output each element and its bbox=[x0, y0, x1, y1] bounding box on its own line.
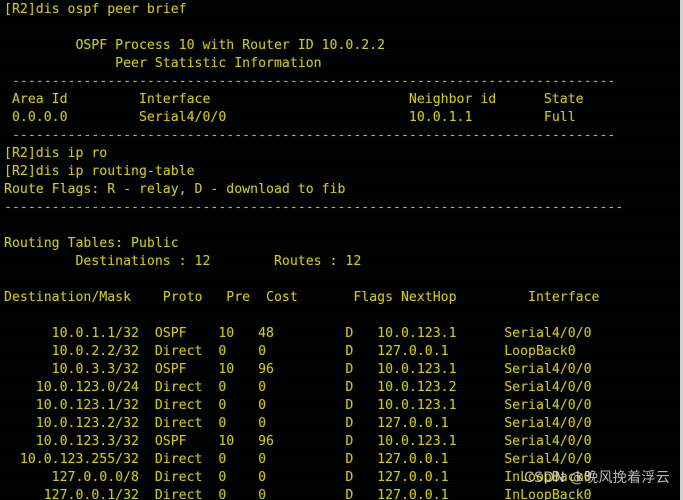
ospf-peer-statistic-subtitle: Peer Statistic Information bbox=[4, 56, 322, 71]
routing-separator: ----------------------------------------… bbox=[4, 200, 624, 215]
table-row: 127.0.0.1/32 Direct 0 0 D 127.0.0.1 InLo… bbox=[4, 488, 592, 500]
table-row: 10.0.123.1/32 Direct 0 0 D 10.0.123.1 Se… bbox=[4, 398, 592, 413]
command-line-dis-ip-ro: [R2]dis ip ro bbox=[4, 146, 108, 161]
command-line-ospf-peer-brief: [R2]dis ospf peer brief bbox=[4, 2, 187, 17]
routing-table-column-headers: Destination/Mask Proto Pre Cost Flags Ne… bbox=[4, 290, 600, 305]
ospf-peer-column-headers: Area Id Interface Neighbor id State bbox=[4, 92, 584, 107]
table-row: 127.0.0.0/8 Direct 0 0 D 127.0.0.1 InLoo… bbox=[4, 470, 592, 485]
table-row: 10.0.123.3/32 OSPF 10 96 D 10.0.123.1 Se… bbox=[4, 434, 592, 449]
table-row: 10.0.3.3/32 OSPF 10 96 D 10.0.123.1 Seri… bbox=[4, 362, 592, 377]
ospf-separator-bottom: ----------------------------------------… bbox=[4, 128, 616, 143]
table-row: 10.0.2.2/32 Direct 0 0 D 127.0.0.1 LoopB… bbox=[4, 344, 576, 359]
ospf-peer-row: 0.0.0.0 Serial4/0/0 10.0.1.1 Full bbox=[4, 110, 576, 125]
ospf-separator-top: ----------------------------------------… bbox=[4, 74, 616, 89]
routing-counts: Destinations : 12 Routes : 12 bbox=[4, 254, 362, 269]
ospf-process-header: OSPF Process 10 with Router ID 10.0.2.2 bbox=[4, 38, 386, 53]
routing-table-body: 10.0.1.1/32 OSPF 10 48 D 10.0.123.1 Seri… bbox=[4, 325, 680, 500]
table-row: 10.0.123.2/32 Direct 0 0 D 127.0.0.1 Ser… bbox=[4, 416, 592, 431]
route-flags-legend: Route Flags: R - relay, D - download to … bbox=[4, 182, 346, 197]
table-row: 10.0.123.255/32 Direct 0 0 D 127.0.0.1 S… bbox=[4, 452, 592, 467]
table-row: 10.0.1.1/32 OSPF 10 48 D 10.0.123.1 Seri… bbox=[4, 326, 592, 341]
terminal-screen[interactable]: [R2]dis ospf peer brief OSPF Process 10 … bbox=[4, 1, 680, 500]
table-row: 10.0.123.0/24 Direct 0 0 D 10.0.123.2 Se… bbox=[4, 380, 592, 395]
terminal-window[interactable]: [R2]dis ospf peer brief OSPF Process 10 … bbox=[0, 0, 683, 500]
routing-tables-public-title: Routing Tables: Public bbox=[4, 236, 179, 251]
command-line-dis-ip-routing-table: [R2]dis ip routing-table bbox=[4, 164, 195, 179]
